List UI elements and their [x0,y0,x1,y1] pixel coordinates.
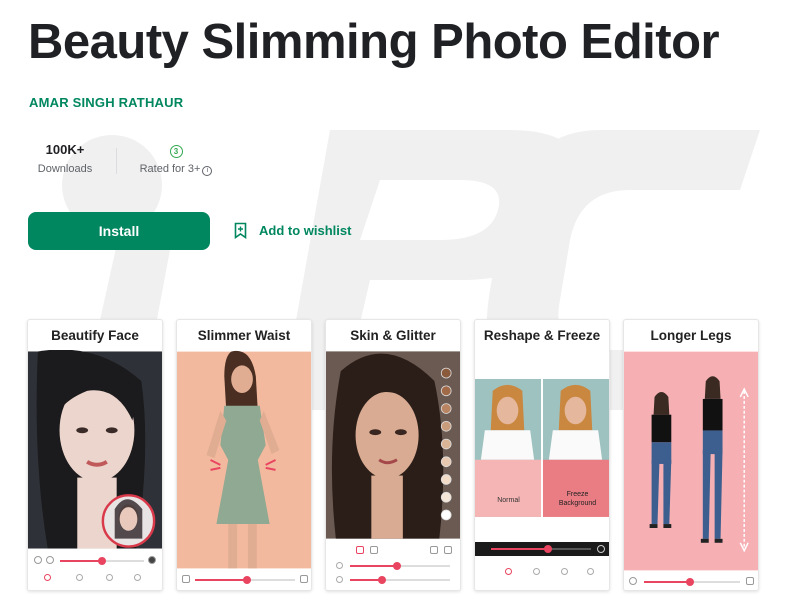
bookmark-add-icon [234,222,247,239]
brush-icon[interactable] [430,546,438,554]
tab-face-icon[interactable] [76,574,83,581]
install-button[interactable]: Install [28,212,210,250]
tag-normal: Normal [497,497,520,504]
screenshot-beautify-face[interactable]: Beautify Face [27,319,163,591]
editor-toolbar [624,572,758,590]
downloads-label: Downloads [37,163,93,175]
tab-brush-icon[interactable] [533,568,540,575]
brush-size-slider[interactable] [350,576,450,584]
tag-freeze-background: Freeze Background [544,490,609,508]
waist-slider[interactable] [195,576,295,584]
add-to-wishlist-button[interactable]: Add to wishlist [234,222,351,239]
leg-length-slider[interactable] [644,578,740,586]
tag-freeze-line2: Background [558,500,597,507]
tab-fix-icon[interactable] [561,568,568,575]
screenshot-image-waist [177,350,311,569]
tab-more-icon[interactable] [134,574,141,581]
screenshot-slimmer-waist[interactable]: Slimmer Waist [176,319,312,591]
eraser-icon[interactable] [444,546,452,554]
wishlist-label: Add to wishlist [259,223,352,238]
skin-tab-icon[interactable] [356,546,364,554]
app-title: Beauty Slimming Photo Editor [28,15,720,69]
tab-clear-icon[interactable] [587,568,594,575]
content-rating-stat: 3 Rated for 3+ i [130,140,222,176]
screenshot-title: Slimmer Waist [197,327,291,343]
editor-toolbar [326,542,460,590]
editor-slider-bar [475,542,609,556]
screenshot-title: Longer Legs [650,327,732,343]
height-icon[interactable] [629,577,637,585]
screenshot-skin-glitter[interactable]: Skin & Glitter [325,319,461,591]
info-icon[interactable]: i [202,166,213,176]
reset-icon[interactable] [182,575,190,583]
compare-icon[interactable] [597,545,605,553]
screenshot-image-legs [624,351,758,571]
apply-icon[interactable] [746,577,754,585]
screenshot-title: Beautify Face [51,327,139,343]
undo-icon[interactable] [34,556,42,564]
screenshot-longer-legs[interactable]: Longer Legs [623,319,759,591]
screenshot-title: Skin & Glitter [350,327,436,343]
tone-icon [336,562,343,569]
screenshot-image-face [28,350,162,549]
compare-icon[interactable] [148,556,156,564]
downloads-value: 100K+ [45,142,85,157]
screenshot-reshape-freeze[interactable]: Reshape & Freeze Normal Freeze Backgroun… [474,319,610,591]
editor-toolbar [177,570,311,590]
downloads-stat: 100K+ Downloads [32,140,98,175]
redo-icon[interactable] [46,556,54,564]
tab-body-icon[interactable] [106,574,113,581]
glitter-tab-icon[interactable] [370,546,378,554]
save-icon[interactable] [300,575,308,583]
tab-home-icon[interactable] [44,574,51,581]
stat-divider [116,148,117,174]
screenshot-image-skin [326,351,460,539]
screenshot-title: Reshape & Freeze [483,327,601,343]
size-icon [336,576,343,583]
rating-label: Rated for 3+ [139,163,201,175]
tag-freeze-line1: Freeze [566,491,589,498]
developer-link[interactable]: AMAR SINGH RATHAUR [29,95,183,110]
skin-tone-slider[interactable] [350,562,450,570]
rating-badge-icon: 3 [169,145,183,158]
tab-reshape-icon[interactable] [505,568,512,575]
reshape-slider[interactable] [491,545,591,553]
intensity-slider[interactable] [60,557,144,565]
editor-toolbar [28,550,162,590]
back-icon[interactable] [481,570,488,577]
screenshot-image-reshape [475,351,609,539]
editor-tab-bar [475,560,609,590]
